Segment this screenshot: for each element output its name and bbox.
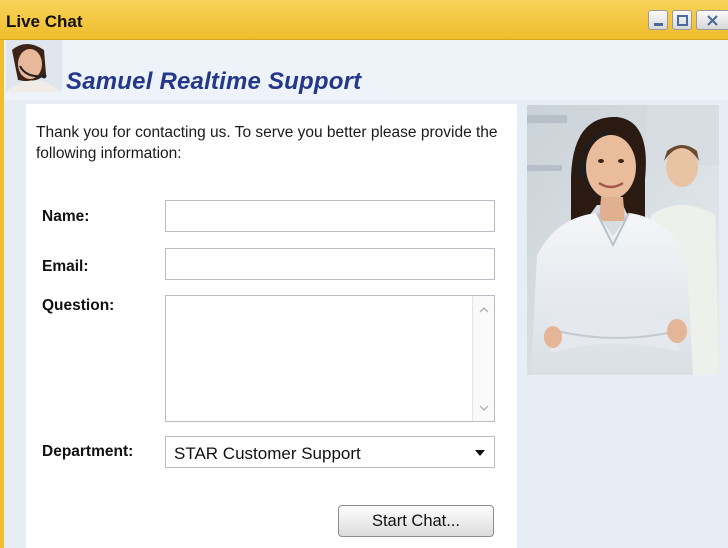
- maximize-icon: [677, 15, 688, 26]
- chevron-down-icon: [475, 450, 485, 456]
- brand-title: Samuel Realtime Support: [66, 68, 362, 95]
- minimize-icon: [654, 23, 663, 26]
- scroll-down-icon[interactable]: [473, 402, 495, 414]
- window-left-border: [0, 40, 4, 548]
- close-icon: [707, 15, 718, 26]
- minimize-button[interactable]: [648, 10, 668, 30]
- question-textarea[interactable]: [165, 295, 495, 422]
- email-field[interactable]: [165, 248, 495, 280]
- department-label: Department:: [42, 443, 134, 460]
- start-chat-button[interactable]: Start Chat...: [338, 505, 494, 537]
- name-label: Name:: [42, 208, 90, 225]
- question-scrollbar[interactable]: [472, 296, 494, 421]
- intro-text: Thank you for contacting us. To serve yo…: [36, 124, 498, 162]
- department-selected-value: STAR Customer Support: [174, 444, 361, 463]
- window-title: Live Chat: [6, 12, 83, 31]
- support-agent-avatar-icon: [6, 40, 62, 92]
- scroll-up-icon[interactable]: [473, 304, 495, 316]
- title-bar: Live Chat: [0, 0, 728, 40]
- question-label: Question:: [42, 297, 115, 314]
- maximize-button[interactable]: [672, 10, 692, 30]
- email-label: Email:: [42, 258, 89, 275]
- name-field[interactable]: [165, 200, 495, 232]
- close-button[interactable]: [696, 10, 728, 30]
- support-agent-photo: [527, 105, 719, 375]
- department-select[interactable]: STAR Customer Support: [165, 436, 495, 468]
